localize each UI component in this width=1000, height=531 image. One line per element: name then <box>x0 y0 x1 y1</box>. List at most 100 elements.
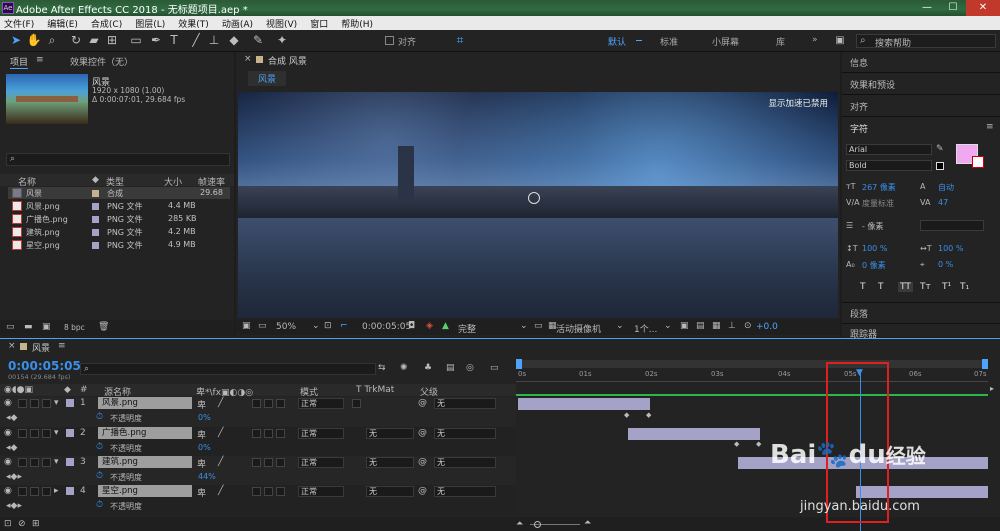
menu-view[interactable]: 视图(V) <box>266 17 297 30</box>
rectangle-tool-icon[interactable]: ▭ <box>128 33 144 48</box>
track-matte-dropdown[interactable]: 无 <box>366 457 414 468</box>
new-folder-icon[interactable]: ▬ <box>24 322 33 332</box>
eye-icon[interactable]: ◉ <box>4 457 12 467</box>
roto-brush-tool-icon[interactable]: ✎ <box>250 33 266 48</box>
solo-toggle[interactable] <box>30 429 39 438</box>
workspace-small-screen[interactable]: 小屏幕 <box>712 35 739 48</box>
timeline-icon[interactable]: ▦ <box>712 321 721 331</box>
parent-pickwhip-icon[interactable]: @ <box>418 457 427 467</box>
transfer-controls-icon[interactable]: ⊞ <box>32 519 40 529</box>
reset-exposure-icon[interactable]: ⊙ <box>744 321 752 331</box>
keyframe-icon[interactable]: ◆ <box>624 411 629 419</box>
layer-row[interactable]: ◉ ▾ 3 建筑.png 卑 ╱ 正常 无 @ 无 ◂◆▸ ⏱ 不透明度 44% <box>0 456 516 485</box>
mask-visibility-icon[interactable]: ⌐ <box>340 321 348 331</box>
switch-box[interactable] <box>276 458 285 467</box>
toggle-pixel-aspect-icon[interactable]: ▣ <box>680 321 689 331</box>
menu-layer[interactable]: 图层(L) <box>135 17 165 30</box>
eye-icon[interactable]: ◉ <box>4 428 12 438</box>
project-item[interactable]: 星空.png PNG 文件 4.9 MB <box>8 239 230 251</box>
zoom-dropdown[interactable]: 50% <box>276 322 296 332</box>
new-composition-icon[interactable]: ▣ <box>42 322 51 332</box>
lock-toggle[interactable] <box>42 487 51 496</box>
menu-help[interactable]: 帮助(H) <box>341 17 373 30</box>
switch-box[interactable] <box>264 458 273 467</box>
current-time[interactable]: 0:00:05:05 <box>8 359 81 373</box>
keyframe-nav-icon[interactable]: ◂◆ <box>6 443 17 453</box>
quality-switch-icon[interactable]: ╱ <box>218 486 223 496</box>
project-search-input[interactable]: ⌕ <box>6 153 230 166</box>
effects-presets-section[interactable]: 效果和预设 <box>850 78 895 91</box>
frame-blending-icon[interactable]: ▤ <box>446 363 455 373</box>
lock-toggle[interactable] <box>42 429 51 438</box>
brush-tool-icon[interactable]: ╱ <box>188 33 204 48</box>
layer-row[interactable]: ◉ ▾ 1 风景.png 卑 ╱ 正常 @ 无 ◂◆ ⏱ 不透明度 0% <box>0 397 516 427</box>
stopwatch-icon[interactable]: ⏱ <box>96 442 103 452</box>
roi-icon[interactable]: ▭ <box>534 321 543 331</box>
hand-tool-icon[interactable]: ✋ <box>26 33 42 48</box>
switch-box[interactable] <box>252 399 261 408</box>
eye-icon[interactable]: ◉ <box>4 486 12 496</box>
tab-timeline[interactable]: 风景 <box>32 341 50 354</box>
panel-menu-icon[interactable]: ≡ <box>36 55 44 65</box>
exposure-value[interactable]: +0.0 <box>756 322 778 332</box>
col-trkmat[interactable]: T TrkMat <box>356 385 394 395</box>
workspace-default[interactable]: 默认 <box>608 35 626 48</box>
project-item[interactable]: 风景.png PNG 文件 4.4 MB <box>8 200 230 212</box>
timeline-search-input[interactable]: ⌕ <box>80 363 376 375</box>
label-color[interactable] <box>66 458 74 466</box>
render-time-icon[interactable]: ⊡ <box>4 519 12 529</box>
minimize-button[interactable]: — <box>914 0 940 16</box>
sync-settings-icon[interactable]: ▣ <box>832 33 848 48</box>
solo-toggle[interactable] <box>30 399 39 408</box>
solo-toggle[interactable] <box>30 458 39 467</box>
track-matte-dropdown[interactable]: 无 <box>366 428 414 439</box>
clone-stamp-tool-icon[interactable]: ⊥ <box>206 33 222 48</box>
snapshot-icon[interactable]: ◘ <box>408 321 415 331</box>
eraser-tool-icon[interactable]: ◆ <box>226 33 242 48</box>
quality-switch-icon[interactable]: ╱ <box>218 428 223 438</box>
tsume-value[interactable]: 0 % <box>938 260 953 269</box>
property-value[interactable]: 0% <box>198 443 211 452</box>
font-family-dropdown[interactable]: Arial <box>846 144 932 155</box>
keyframe-icon[interactable]: ◆ <box>734 440 739 448</box>
menu-edit[interactable]: 编辑(E) <box>47 17 78 30</box>
small-caps-button[interactable]: Tт <box>920 282 931 292</box>
keyframe-icon[interactable]: ◆ <box>756 440 761 448</box>
help-search-input[interactable]: ⌕ 搜索帮助 <box>856 34 996 49</box>
kerning-value[interactable]: 度量标准 <box>862 198 894 209</box>
property-value[interactable]: 0% <box>198 413 211 422</box>
camera-tool-icon[interactable]: ▰ <box>86 33 102 48</box>
type-tool-icon[interactable]: T <box>166 33 182 48</box>
keyframe-icon[interactable]: ◆ <box>646 411 651 419</box>
project-item[interactable]: 广播色.png PNG 文件 285 KB <box>8 213 230 225</box>
font-style-dropdown[interactable]: Bold <box>846 160 932 171</box>
switch-box[interactable] <box>276 399 285 408</box>
audio-toggle[interactable] <box>18 458 27 467</box>
blend-mode-dropdown[interactable]: 正常 <box>298 486 344 497</box>
preserve-transparency-toggle[interactable] <box>352 399 361 408</box>
graph-editor-icon[interactable]: ▭ <box>490 363 499 373</box>
panel-menu-icon[interactable]: ≡ <box>986 122 994 132</box>
puppet-tool-icon[interactable]: ✦ <box>274 33 290 48</box>
expand-chevron-icon[interactable]: ▾ <box>54 398 59 408</box>
shy-layers-icon[interactable]: ♣ <box>424 363 432 373</box>
close-tab-icon[interactable]: × <box>8 341 16 351</box>
font-size-value[interactable]: 267 像素 <box>862 182 896 193</box>
flowchart-icon[interactable]: ⊥ <box>728 321 736 331</box>
layer-switches-icon[interactable]: ⊘ <box>18 519 26 529</box>
eye-icon[interactable]: ◉ <box>4 398 12 408</box>
camera-dropdown[interactable]: 活动摄像机 <box>556 322 601 335</box>
interpret-footage-icon[interactable]: ▭ <box>6 322 15 332</box>
monitor-icon[interactable]: ▭ <box>258 321 267 331</box>
menu-window[interactable]: 窗口 <box>310 17 328 30</box>
workspace-standard[interactable]: 标准 <box>660 35 678 48</box>
quality-switch-icon[interactable]: ╱ <box>218 398 223 408</box>
info-section[interactable]: 信息 <box>850 56 868 69</box>
stopwatch-icon[interactable]: ⏱ <box>96 471 103 481</box>
quality-switch-icon[interactable]: ╱ <box>218 457 223 467</box>
keyframe-nav-icon[interactable]: ◂◆▸ <box>6 501 22 511</box>
zoom-tool-icon[interactable]: ⌕ <box>44 33 60 48</box>
blend-mode-dropdown[interactable]: 正常 <box>298 457 344 468</box>
audio-toggle[interactable] <box>18 399 27 408</box>
tab-effect-controls[interactable]: 效果控件（无） <box>70 55 133 68</box>
